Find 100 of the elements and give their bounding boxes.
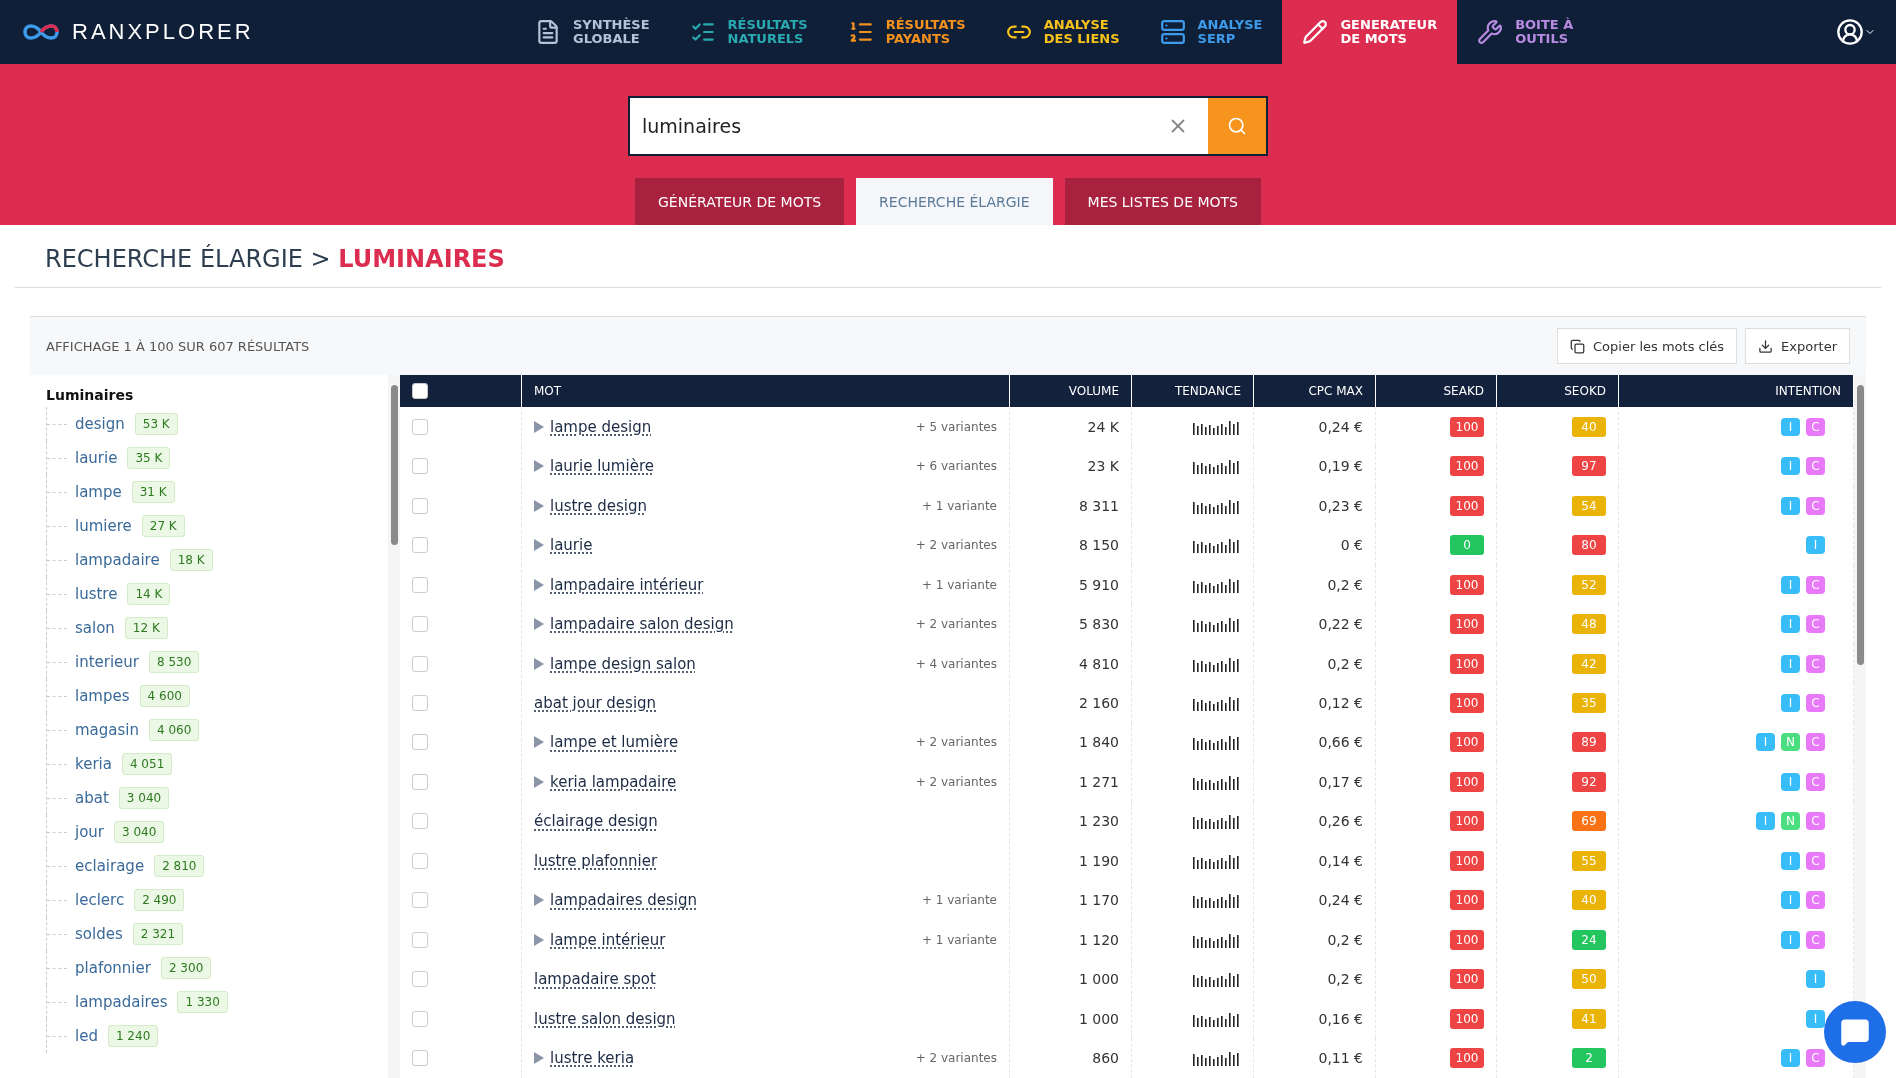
keyword-link[interactable]: lampe intérieur (550, 930, 666, 949)
keyword-link[interactable]: lampe design salon (550, 654, 696, 673)
tree-item[interactable]: lustre (75, 585, 118, 603)
expand-caret-icon[interactable] (534, 1052, 544, 1065)
search-button[interactable] (1208, 96, 1268, 156)
row-checkbox[interactable] (412, 1050, 428, 1067)
tab[interactable]: GÉNÉRATEUR DE MOTS (635, 178, 845, 225)
seakd-score: 100 (1450, 693, 1484, 713)
expand-caret-icon[interactable] (534, 420, 544, 433)
nav-item[interactable]: RÉSULTATS PAYANTS (827, 0, 986, 64)
keyword-link[interactable]: lampadaire spot (534, 970, 656, 989)
nav-item[interactable]: BOITE À OUTILS (1457, 0, 1594, 64)
expand-caret-icon[interactable] (534, 736, 544, 749)
expand-caret-icon[interactable] (534, 460, 544, 473)
tree-item[interactable]: leclerc (75, 891, 125, 909)
expand-caret-icon[interactable] (534, 775, 544, 788)
expand-caret-icon[interactable] (534, 933, 544, 946)
tree-item[interactable]: jour (75, 823, 105, 841)
row-checkbox[interactable] (412, 773, 428, 790)
tree-item[interactable]: lampadaire (75, 551, 160, 569)
row-checkbox[interactable] (412, 497, 428, 514)
nav-item[interactable]: ANALYSE SERP (1139, 0, 1283, 64)
tree-item[interactable]: lampes (75, 687, 130, 705)
intent-tag: I (1806, 970, 1825, 989)
column-header[interactable]: SEAKD (1376, 375, 1497, 407)
tree-item[interactable]: laurie (75, 449, 118, 467)
keyword-link[interactable]: keria lampadaire (550, 772, 677, 791)
tree-item[interactable]: lampadaires (75, 993, 168, 1011)
column-header[interactable]: VOLUME (1010, 375, 1132, 407)
nav-item[interactable]: GENERATEUR DE MOTS (1282, 0, 1458, 64)
tree-item[interactable]: led (75, 1027, 98, 1045)
tree-item[interactable]: eclairage (75, 857, 145, 875)
keyword-link[interactable]: lustre plafonnier (534, 851, 658, 870)
scrollbar[interactable] (388, 375, 400, 1078)
nav-item[interactable]: RÉSULTATS NATURELS (669, 0, 828, 64)
expand-caret-icon[interactable] (534, 499, 544, 512)
clear-button[interactable] (1148, 96, 1208, 156)
infinity-logo-icon (20, 22, 62, 42)
keyword-link[interactable]: lustre salon design (534, 1009, 676, 1028)
keyword-link[interactable]: éclairage design (534, 812, 658, 831)
row-checkbox[interactable] (412, 734, 428, 751)
row-checkbox[interactable] (412, 655, 428, 672)
keyword-link[interactable]: abat jour design (534, 694, 657, 712)
seokd-score: 97 (1572, 456, 1606, 477)
keyword-link[interactable]: lustre keria (550, 1049, 635, 1068)
search-field[interactable]: luminaires (628, 96, 1148, 156)
tree-item[interactable]: abat (75, 789, 109, 807)
row-checkbox[interactable] (412, 931, 428, 948)
row-checkbox[interactable] (412, 418, 428, 435)
row-checkbox[interactable] (412, 971, 428, 988)
keyword-link[interactable]: lampe et lumière (550, 733, 679, 752)
tree-item[interactable]: keria (75, 755, 112, 773)
nav-item[interactable]: SYNTHÈSE GLOBALE (515, 0, 670, 64)
tree-item[interactable]: lumiere (75, 517, 132, 535)
trend-sparkline (1193, 537, 1241, 554)
tree-item[interactable]: design (75, 415, 125, 433)
expand-caret-icon[interactable] (534, 539, 544, 552)
nav-item[interactable]: ANALYSE DES LIENS (985, 0, 1140, 64)
expand-caret-icon[interactable] (534, 578, 544, 591)
seokd-score: 89 (1572, 732, 1606, 753)
row-checkbox[interactable] (412, 695, 428, 711)
expand-caret-icon[interactable] (534, 657, 544, 670)
keyword-link[interactable]: lampe design (550, 417, 652, 436)
seokd-score: 69 (1572, 811, 1606, 832)
keyword-link[interactable]: laurie (550, 536, 593, 555)
row-checkbox[interactable] (412, 537, 428, 554)
expand-caret-icon[interactable] (534, 618, 544, 631)
row-checkbox[interactable] (412, 458, 428, 475)
tree-item[interactable]: salon (75, 619, 115, 637)
tab[interactable]: MES LISTES DE MOTS (1064, 178, 1261, 225)
row-checkbox[interactable] (412, 616, 428, 633)
expand-caret-icon[interactable] (534, 894, 544, 907)
tree-item[interactable]: interieur (75, 653, 140, 671)
keyword-link[interactable]: lampadaire salon design (550, 615, 734, 634)
tree-item[interactable]: plafonnier (75, 959, 151, 977)
row-checkbox[interactable] (412, 813, 428, 830)
column-header[interactable]: TENDANCE (1132, 375, 1254, 407)
volume-value: 1 230 (1078, 813, 1119, 830)
keyword-link[interactable]: laurie lumière (550, 457, 654, 476)
column-header[interactable]: SEOKD (1497, 375, 1619, 407)
column-header[interactable]: MOT (522, 375, 1010, 407)
scrollbar[interactable] (1854, 375, 1866, 1078)
column-header[interactable]: CPC MAX (1254, 375, 1376, 407)
row-checkbox[interactable] (412, 892, 428, 909)
tree-item[interactable]: lampe (75, 483, 122, 501)
tree-item[interactable]: soldes (75, 925, 123, 943)
keyword-link[interactable]: lustre design (550, 496, 647, 515)
keyword-link[interactable]: lampadaires design (550, 891, 697, 910)
keyword-link[interactable]: lampadaire intérieur (550, 575, 704, 594)
seokd-score: 2 (1572, 1048, 1606, 1069)
seakd-score: 100 (1450, 614, 1484, 635)
select-all-checkbox[interactable] (412, 383, 428, 399)
export-button[interactable]: Exporter (1745, 328, 1850, 364)
intent-tag: C (1806, 417, 1825, 436)
row-checkbox[interactable] (412, 852, 428, 869)
tree-item[interactable]: magasin (75, 721, 139, 739)
row-checkbox[interactable] (412, 1010, 428, 1027)
copy-keywords-button[interactable]: Copier les mots clés (1557, 328, 1738, 364)
tab[interactable]: RECHERCHE ÉLARGIE (856, 178, 1053, 225)
row-checkbox[interactable] (412, 576, 428, 593)
